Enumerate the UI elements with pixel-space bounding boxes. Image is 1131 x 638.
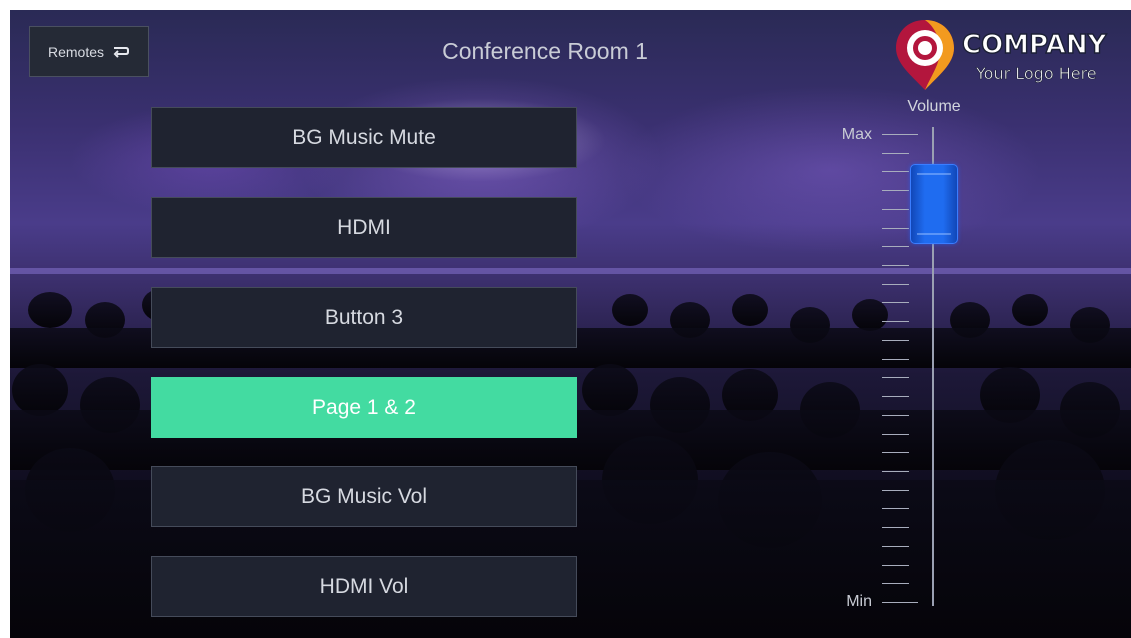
volume-tick <box>882 508 909 509</box>
bg-music-mute-button[interactable]: BG Music Mute <box>151 107 577 168</box>
logo-tagline: Your Logo Here <box>976 64 1097 84</box>
volume-tick <box>882 415 909 416</box>
volume-tick <box>882 452 909 453</box>
volume-tick <box>882 190 909 191</box>
volume-tick <box>882 321 909 322</box>
volume-tick <box>882 602 918 603</box>
room-title: Conference Room 1 <box>442 38 648 64</box>
volume-tick <box>882 209 909 210</box>
volume-tick <box>882 228 909 229</box>
volume-tick <box>882 546 909 547</box>
page-1-2-button[interactable]: Page 1 & 2 <box>151 377 577 438</box>
volume-tick <box>882 359 909 360</box>
button-3[interactable]: Button 3 <box>151 287 577 348</box>
volume-tick <box>882 284 909 285</box>
volume-tick <box>882 565 909 566</box>
volume-tick <box>882 396 909 397</box>
volume-tick <box>882 302 909 303</box>
volume-max-label: Max <box>841 126 872 143</box>
volume-tick <box>882 471 909 472</box>
volume-scale-ticks <box>882 10 922 638</box>
bg-music-vol-button[interactable]: BG Music Vol <box>151 466 577 527</box>
volume-tick <box>882 583 909 584</box>
volume-tick <box>882 434 909 435</box>
volume-slider-thumb[interactable] <box>910 164 958 244</box>
volume-min-label: Min <box>846 593 872 610</box>
volume-tick <box>882 527 909 528</box>
remotes-button[interactable]: Remotes <box>29 26 149 77</box>
volume-tick <box>882 340 909 341</box>
volume-tick <box>882 246 909 247</box>
volume-tick <box>882 171 909 172</box>
logo-wordmark: COMPANY <box>961 29 1107 60</box>
remotes-label: Remotes <box>47 43 105 60</box>
volume-tick <box>882 377 909 378</box>
volume-tick <box>882 265 909 266</box>
remote-screen: Remotes Conference Room 1 COMPANY Your L… <box>10 10 1131 638</box>
return-arrow-icon <box>113 46 130 58</box>
volume-tick <box>882 134 918 135</box>
volume-tick <box>882 490 909 491</box>
volume-tick <box>882 153 909 154</box>
hdmi-vol-button[interactable]: HDMI Vol <box>151 556 577 617</box>
hdmi-button[interactable]: HDMI <box>151 197 577 258</box>
company-logo: COMPANY Your Logo Here <box>890 14 1130 94</box>
